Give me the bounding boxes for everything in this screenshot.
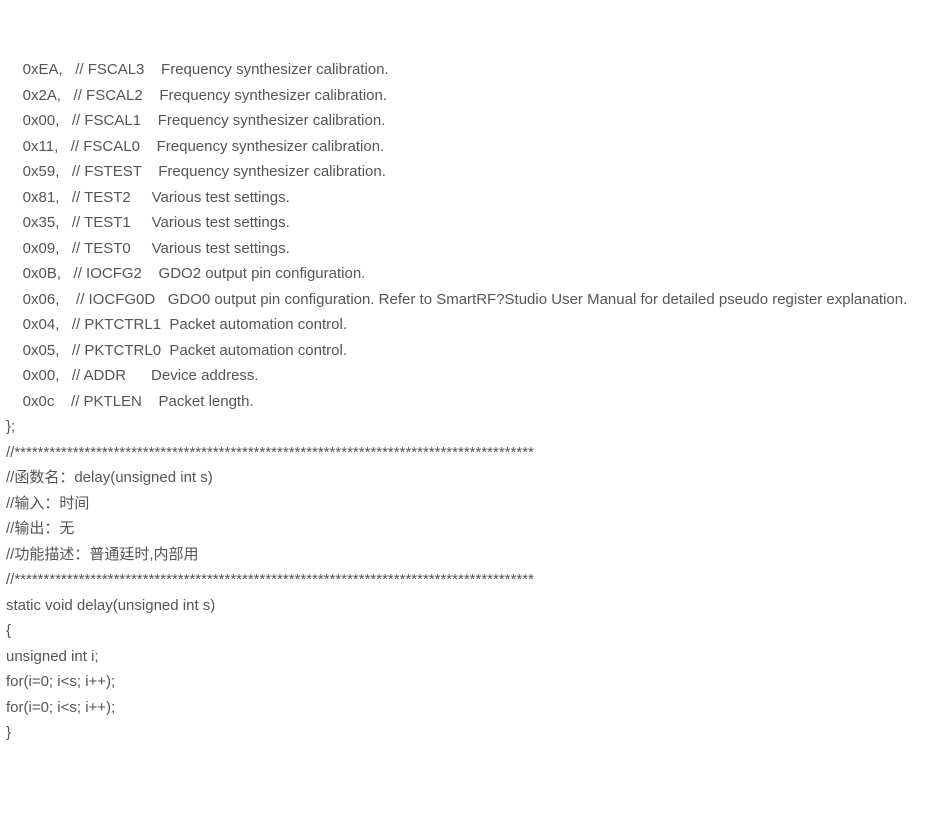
code-line: 0x59, // FSTEST Frequency synthesizer ca… (6, 159, 942, 185)
code-line: 0x04, // PKTCTRL1 Packet automation cont… (6, 312, 942, 338)
code-line: for(i=0; i<s; i++); (6, 695, 942, 721)
code-line: 0x0B, // IOCFG2 GDO2 output pin configur… (6, 261, 942, 287)
code-line: { (6, 618, 942, 644)
code-line: //功能描述：普通廷时,内部用 (6, 542, 942, 568)
code-line: //**************************************… (6, 567, 942, 593)
code-line: unsigned int i; (6, 644, 942, 670)
code-line: //函数名：delay(unsigned int s) (6, 465, 942, 491)
code-line: 0x0c // PKTLEN Packet length. (6, 389, 942, 415)
code-line: 0x35, // TEST1 Various test settings. (6, 210, 942, 236)
code-line: //**************************************… (6, 440, 942, 466)
code-line: 0x09, // TEST0 Various test settings. (6, 236, 942, 262)
code-line: 0x81, // TEST2 Various test settings. (6, 185, 942, 211)
code-line: } (6, 720, 942, 746)
code-content: 0xEA, // FSCAL3 Frequency synthesizer ca… (6, 57, 942, 746)
code-line: 0x00, // ADDR Device address. (6, 363, 942, 389)
code-line: //输出：无 (6, 516, 942, 542)
code-line: 0x06, // IOCFG0D GDO0 output pin configu… (6, 287, 942, 313)
code-line: static void delay(unsigned int s) (6, 593, 942, 619)
code-line: for(i=0; i<s; i++); (6, 669, 942, 695)
code-line: //输入：时间 (6, 491, 942, 517)
code-line: 0x00, // FSCAL1 Frequency synthesizer ca… (6, 108, 942, 134)
code-line: }; (6, 414, 942, 440)
code-line: 0xEA, // FSCAL3 Frequency synthesizer ca… (6, 57, 942, 83)
code-line: 0x05, // PKTCTRL0 Packet automation cont… (6, 338, 942, 364)
code-line: 0x11, // FSCAL0 Frequency synthesizer ca… (6, 134, 942, 160)
code-line: 0x2A, // FSCAL2 Frequency synthesizer ca… (6, 83, 942, 109)
